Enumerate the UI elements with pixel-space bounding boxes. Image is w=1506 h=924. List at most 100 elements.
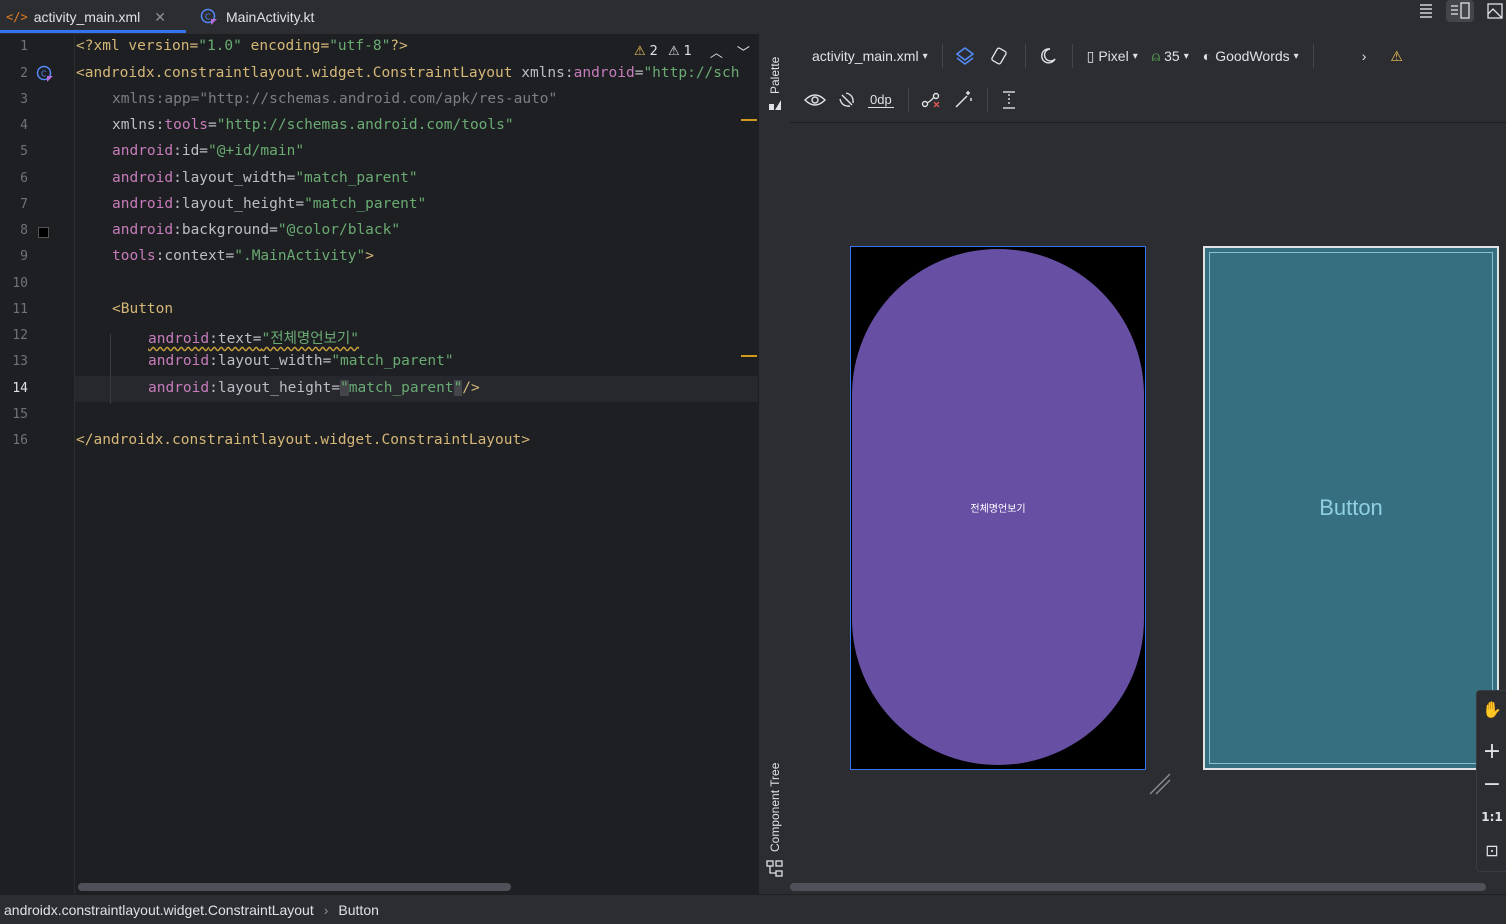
- code-line-6: android:layout_width="match_parent": [112, 170, 418, 186]
- split-icon: [1451, 2, 1470, 19]
- token: "http://schemas.android.com/tools": [216, 117, 514, 133]
- blueprint-button[interactable]: Button: [1209, 252, 1493, 764]
- fit-label: 1:1: [1481, 810, 1503, 824]
- android-icon: ⍝: [1151, 47, 1161, 64]
- hand-icon: ✋: [1482, 699, 1502, 719]
- status-bar: androidx.constraintlayout.widget.Constra…: [0, 894, 1506, 924]
- guidelines-icon[interactable]: [1000, 90, 1018, 110]
- blueprint-surface[interactable]: Button: [1203, 246, 1499, 770]
- preview-button[interactable]: 전체명언보기: [852, 249, 1144, 765]
- api-level-selector[interactable]: ⍝ 35 ▾: [1152, 48, 1189, 65]
- chevron-down-icon[interactable]: ﹀: [737, 42, 750, 61]
- design-view-button[interactable]: [1486, 2, 1504, 20]
- token: "match_parent": [331, 353, 454, 369]
- code-editor[interactable]: 1 2 3 4 5 6 7 8 9 10 11 12 13 14 15 16 C…: [0, 34, 758, 894]
- token: </androidx.constraintlayout.widget.Const…: [76, 432, 530, 448]
- kotlin-class-gutter-icon[interactable]: C: [35, 64, 55, 84]
- chevron-up-icon[interactable]: ︿: [710, 42, 723, 61]
- palette-icon: [769, 100, 781, 110]
- warning-icon: ⚠: [634, 44, 646, 59]
- code-line-4: xmlns:tools="http://schemas.android.com/…: [112, 117, 514, 133]
- line-number: 3: [20, 92, 28, 107]
- orientation-icon[interactable]: [989, 46, 1011, 66]
- theme-icon: ◐: [1202, 48, 1212, 64]
- token: ".MainActivity": [234, 248, 366, 264]
- design-surface[interactable]: 전체명언보기: [850, 246, 1146, 770]
- night-mode-icon[interactable]: [1038, 46, 1058, 66]
- close-icon[interactable]: ✕: [154, 9, 166, 26]
- default-margin-selector[interactable]: 0dp: [868, 92, 894, 108]
- clear-constraints-icon[interactable]: [921, 91, 941, 109]
- token: "match_parent": [304, 196, 427, 212]
- token: xmlns:: [112, 117, 165, 133]
- error-stripe-mark[interactable]: [741, 119, 757, 121]
- zoom-in-button[interactable]: +: [1478, 736, 1506, 766]
- token: android: [148, 353, 210, 369]
- theme-selector[interactable]: ◐ GoodWords ▾: [1203, 48, 1299, 64]
- token: encoding=: [241, 38, 330, 54]
- token: :layout_height=: [209, 380, 341, 396]
- kotlin-class-icon: C: [200, 8, 217, 25]
- code-line-8: android:background="@color/black": [112, 222, 400, 238]
- code-view-button[interactable]: [1418, 2, 1436, 20]
- pan-button[interactable]: ✋: [1478, 694, 1506, 724]
- chevron-down-icon: ▾: [1293, 50, 1299, 62]
- token: android: [148, 331, 210, 347]
- token: ": [340, 380, 349, 396]
- token: "match_parent": [295, 170, 418, 186]
- warning-icon[interactable]: ⚠: [1390, 48, 1403, 65]
- line-number: 4: [20, 118, 28, 133]
- error-stripe-mark[interactable]: [741, 355, 757, 357]
- token: =: [208, 117, 217, 133]
- zoom-out-button[interactable]: −: [1478, 769, 1506, 799]
- file-selector[interactable]: activity_main.xml ▾: [812, 48, 928, 64]
- component-tree-tab[interactable]: Component Tree: [765, 744, 785, 854]
- design-editor: activity_main.xml ▾ ▯ Pixel ▾ ⍝ 35 ▾ ◐ G…: [790, 34, 1506, 894]
- breadcrumb-item[interactable]: androidx.constraintlayout.widget.Constra…: [4, 902, 314, 918]
- editor-horizontal-scrollbar[interactable]: [78, 883, 511, 891]
- breadcrumb-item[interactable]: Button: [338, 902, 378, 918]
- toolbar-separator: [941, 44, 943, 68]
- zoom-to-fit-button[interactable]: ⊡: [1478, 835, 1506, 865]
- toolbar-separator: [907, 88, 909, 112]
- line-number: 10: [12, 276, 28, 291]
- weak-warning-count: 1: [683, 44, 692, 59]
- design-toolbar-top: activity_main.xml ▾ ▯ Pixel ▾ ⍝ 35 ▾ ◐ G…: [790, 34, 1506, 78]
- token: tools: [112, 248, 156, 264]
- phone-icon: ▯: [1086, 47, 1095, 64]
- view-options-icon[interactable]: [804, 92, 826, 108]
- chevron-right-icon[interactable]: ›: [1362, 48, 1367, 64]
- infer-constraints-icon[interactable]: [953, 90, 973, 110]
- device-label: Pixel: [1098, 48, 1129, 64]
- token: <Button: [112, 301, 174, 317]
- token: android: [112, 196, 174, 212]
- code-line-7: android:layout_height="match_parent": [112, 196, 426, 212]
- xml-icon: </>: [6, 10, 28, 24]
- image-icon: [1487, 3, 1503, 19]
- design-toolbar-bottom: 0dp: [790, 78, 1506, 123]
- resize-handle-icon[interactable]: [1148, 772, 1172, 796]
- line-number: 9: [20, 249, 28, 264]
- token: xmlns:app=: [112, 91, 200, 107]
- token: android: [112, 143, 174, 159]
- tab-activity-main-xml[interactable]: </> activity_main.xml ✕: [6, 0, 166, 34]
- token: android: [148, 380, 210, 396]
- split-view-button[interactable]: [1446, 0, 1474, 22]
- design-horizontal-scrollbar[interactable]: [790, 883, 1486, 891]
- svg-text:C: C: [41, 70, 47, 79]
- line-number: 2: [20, 66, 28, 81]
- inspections-widget[interactable]: ⚠ 2 ⚠ 1 ︿ ﹀: [634, 42, 750, 61]
- token: android: [573, 65, 635, 81]
- design-surface-icon[interactable]: [955, 46, 975, 66]
- tab-main-activity-kt[interactable]: C MainActivity.kt: [200, 0, 314, 34]
- line-number: 7: [20, 197, 28, 212]
- token: xmlns:: [512, 65, 574, 81]
- token: :layout_width=: [173, 170, 296, 186]
- zoom-actual-size-button[interactable]: 1:1: [1478, 802, 1506, 832]
- token: "utf-8": [329, 38, 391, 54]
- color-swatch-icon[interactable]: [38, 227, 49, 238]
- code-line-1: <?xml version="1.0" encoding="utf-8"?>: [76, 38, 408, 54]
- autoconnect-off-icon[interactable]: [838, 91, 856, 109]
- tab-label: MainActivity.kt: [226, 9, 315, 25]
- device-selector[interactable]: ▯ Pixel ▾: [1087, 48, 1138, 65]
